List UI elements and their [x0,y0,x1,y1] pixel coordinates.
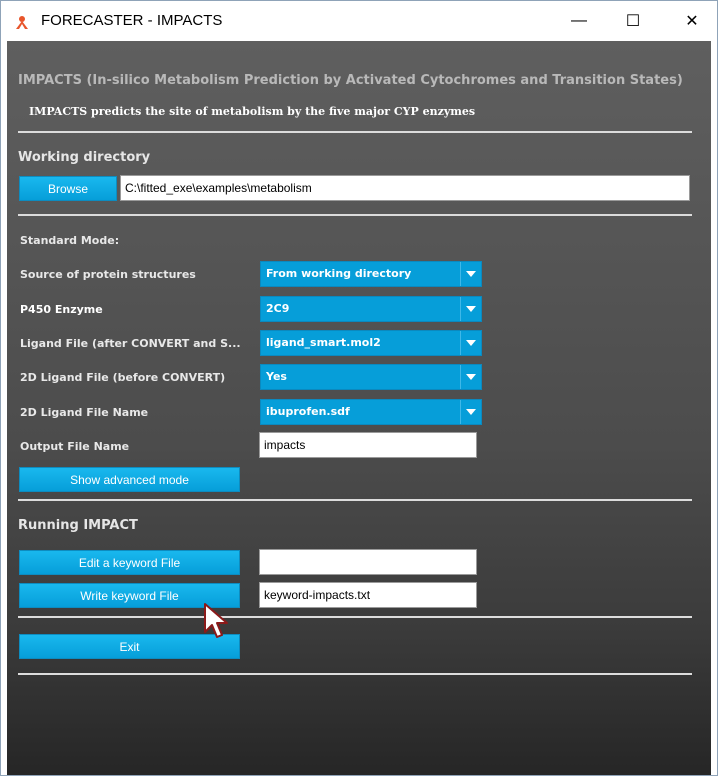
divider [18,499,692,501]
edit-keyword-input[interactable] [259,549,477,575]
app-logo-icon [16,16,28,29]
main-panel: IMPACTS (In-silico Metabolism Prediction… [7,41,711,775]
protein-source-select[interactable]: From working directory [260,261,482,287]
chevron-down-icon[interactable] [460,400,481,424]
enzyme-value: 2C9 [266,302,290,315]
browse-button[interactable]: Browse [19,176,117,201]
write-keyword-input[interactable]: keyword-impacts.txt [259,582,477,608]
standard-mode-heading: Standard Mode: [20,234,120,247]
ligand-file-label: Ligand File (after CONVERT and S... [20,337,241,350]
divider [18,214,692,216]
page-title: IMPACTS (In-silico Metabolism Prediction… [18,73,683,88]
title-bar[interactable]: FORECASTER - IMPACTS — ☐ ✕ [1,1,717,41]
edit-keyword-button[interactable]: Edit a keyword File [19,550,240,575]
chevron-down-icon[interactable] [460,297,481,321]
ligand-2d-name-value: ibuprofen.sdf [266,405,350,418]
ligand-2d-value: Yes [266,370,287,383]
divider [18,131,692,133]
output-file-label: Output File Name [20,440,130,453]
enzyme-label: P450 Enzyme [20,303,103,316]
ligand-file-value: ligand_smart.mol2 [266,336,381,349]
divider [18,673,692,675]
running-heading: Running IMPACT [18,518,138,533]
window-title: FORECASTER - IMPACTS [41,12,223,29]
maximize-button[interactable]: ☐ [610,1,656,41]
ligand-2d-label: 2D Ligand File (before CONVERT) [20,371,226,384]
show-advanced-button[interactable]: Show advanced mode [19,467,240,492]
protein-source-label: Source of protein structures [20,268,196,281]
chevron-down-icon[interactable] [460,331,481,355]
ligand-2d-name-label: 2D Ligand File Name [20,406,149,419]
divider [18,616,692,618]
close-button[interactable]: ✕ [669,1,715,41]
output-file-input[interactable]: impacts [259,432,477,458]
mouse-pointer-icon [204,603,228,638]
enzyme-select[interactable]: 2C9 [260,296,482,322]
working-directory-input[interactable]: C:\fitted_exe\examples\metabolism [120,175,690,201]
app-window: FORECASTER - IMPACTS — ☐ ✕ IMPACTS (In-s… [0,0,718,776]
minimize-button[interactable]: — [556,1,602,41]
chevron-down-icon[interactable] [460,365,481,389]
ligand-2d-select[interactable]: Yes [260,364,482,390]
ligand-file-select[interactable]: ligand_smart.mol2 [260,330,482,356]
ligand-2d-name-select[interactable]: ibuprofen.sdf [260,399,482,425]
working-directory-heading: Working directory [18,150,151,165]
page-subtitle: IMPACTS predicts the site of metabolism … [29,105,476,118]
chevron-down-icon[interactable] [460,262,481,286]
protein-source-value: From working directory [266,267,412,280]
